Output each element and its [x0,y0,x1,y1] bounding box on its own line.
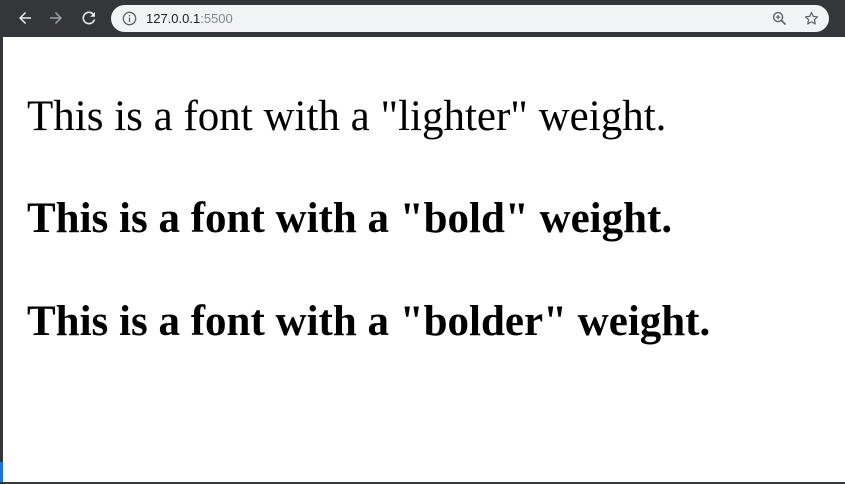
url-host: 127.0.0.1 [146,11,201,26]
zoom-button[interactable] [771,10,788,27]
lighter-weight-text: This is a font with a "lighter" weight. [27,93,667,140]
browser-window: 127.0.0.1:5500 This is a font with a "li… [0,0,845,484]
arrow-left-icon [19,12,31,24]
zoom-icon [772,11,787,26]
back-button[interactable] [13,6,37,30]
reload-button[interactable] [77,6,101,30]
window-edge-marker [0,462,3,482]
page-viewport: This is a font with a "lighter" weight. … [3,37,845,482]
address-bar[interactable]: 127.0.0.1:5500 [111,5,829,32]
url-text[interactable]: 127.0.0.1:5500 [146,5,233,32]
bold-weight-text: This is a font with a "bold" weight. [27,195,673,242]
url-port: :5500 [200,11,233,26]
forward-button[interactable] [44,6,68,30]
reload-icon [82,11,96,25]
bolder-weight-text: This is a font with a "bolder" weight. [27,298,711,345]
browser-toolbar: 127.0.0.1:5500 [0,0,845,37]
star-icon [804,11,819,25]
bookmark-button[interactable] [803,10,820,27]
info-icon[interactable] [122,11,137,26]
arrow-right-icon [50,12,62,24]
